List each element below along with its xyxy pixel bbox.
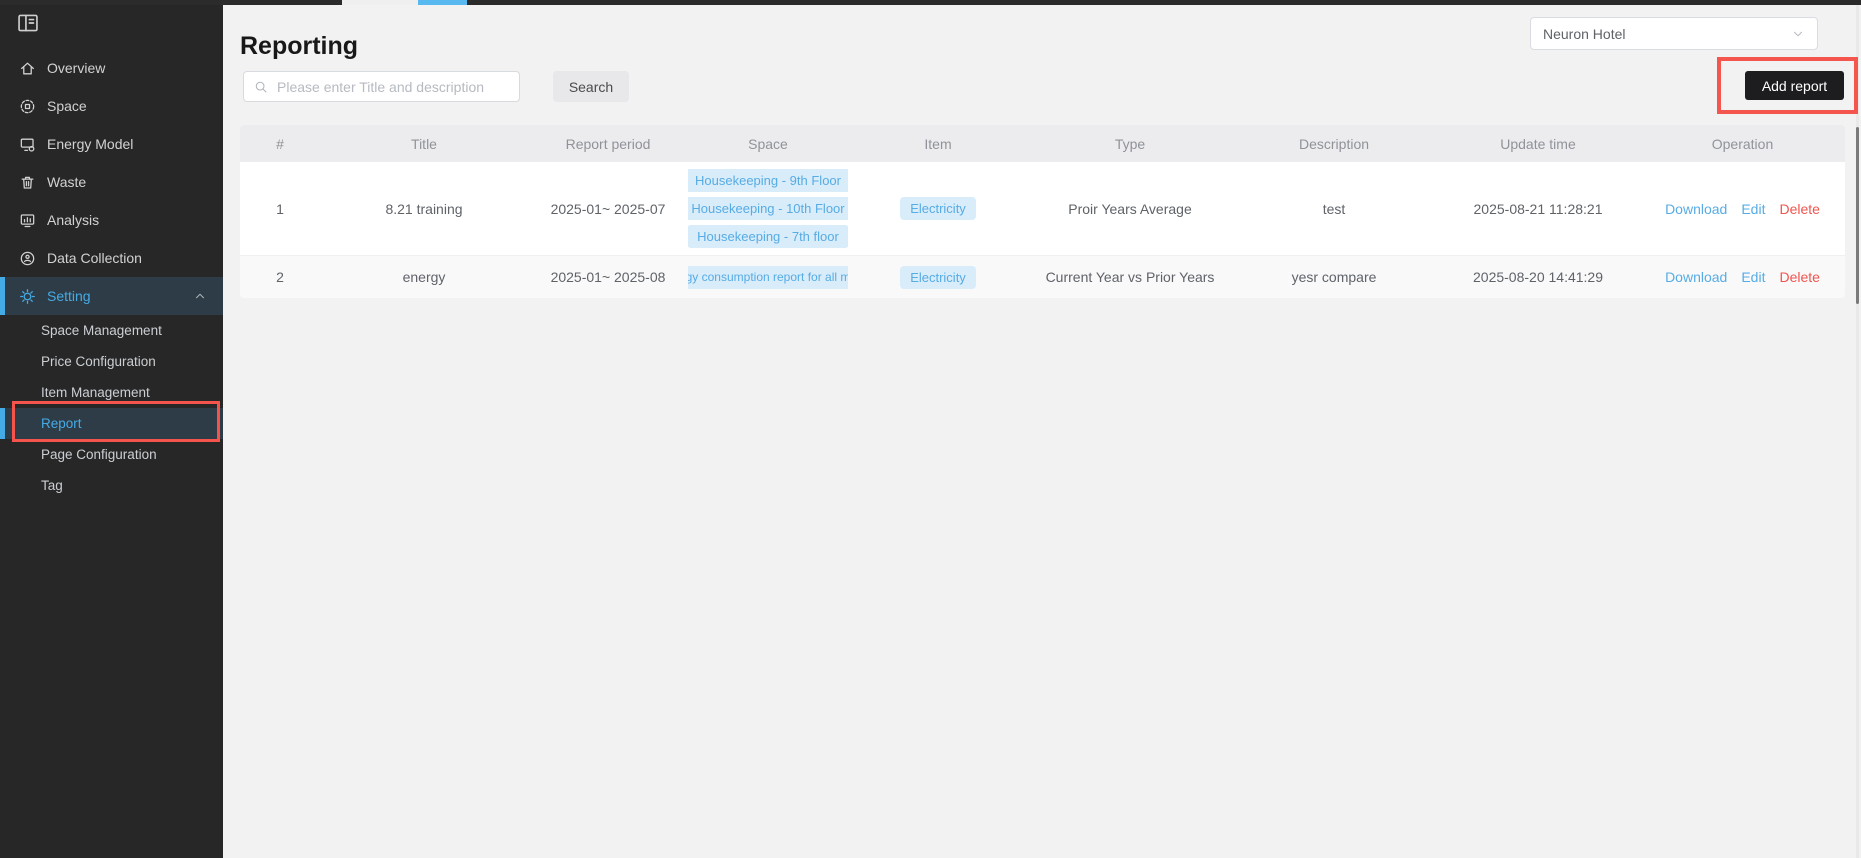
scrollbar-thumb[interactable] xyxy=(1856,127,1859,304)
hotel-selector-value: Neuron Hotel xyxy=(1543,26,1626,42)
sidebar-item-space-management[interactable]: Space Management xyxy=(0,315,223,346)
item-tag: Electricity xyxy=(900,197,976,220)
column-header-type: Type xyxy=(1028,125,1232,162)
sidebar-item-item-management[interactable]: Item Management xyxy=(0,377,223,408)
item-tag: Electricity xyxy=(900,266,976,289)
sidebar-item-analysis[interactable]: Analysis xyxy=(0,201,223,239)
energy-model-icon xyxy=(19,136,36,153)
column-header-title: Title xyxy=(320,125,528,162)
page-title: Reporting xyxy=(240,32,358,61)
sidebar-subitem-label: Price Configuration xyxy=(41,354,156,369)
waste-icon xyxy=(19,174,36,191)
sidebar-item-setting[interactable]: Setting xyxy=(0,277,223,315)
browser-tab-strip xyxy=(0,0,1861,5)
sidebar-subitem-label: Report xyxy=(41,416,82,431)
download-link[interactable]: Download xyxy=(1665,269,1727,285)
sidebar-item-price-configuration[interactable]: Price Configuration xyxy=(0,346,223,377)
cell-operation: Download Edit Delete xyxy=(1640,256,1845,298)
table-body: 18.21 training2025-01~ 2025-07Housekeepi… xyxy=(240,162,1845,298)
column-header-report-period: Report period xyxy=(528,125,688,162)
sidebar-item-label: Waste xyxy=(47,174,86,190)
edit-link[interactable]: Edit xyxy=(1741,201,1765,217)
hotel-selector-dropdown[interactable]: Neuron Hotel xyxy=(1530,17,1818,50)
cell-space: gy consumption report for all m xyxy=(688,256,848,298)
sidebar-item-label: Analysis xyxy=(47,212,99,228)
column-header-description: Description xyxy=(1232,125,1436,162)
chevron-up-icon xyxy=(193,289,207,303)
cell-update-time: 2025-08-21 11:28:21 xyxy=(1436,162,1640,255)
table-row: 18.21 training2025-01~ 2025-07Housekeepi… xyxy=(240,162,1845,255)
cell-operation: Download Edit Delete xyxy=(1640,162,1845,255)
sidebar-item-label: Setting xyxy=(47,288,91,304)
space-tag: gy consumption report for all m xyxy=(688,266,848,289)
sidebar-item-tag[interactable]: Tag xyxy=(0,470,223,501)
search-input-wrapper xyxy=(243,71,520,102)
sidebar-item-overview[interactable]: Overview xyxy=(0,49,223,87)
cell-update-time: 2025-08-20 14:41:29 xyxy=(1436,256,1640,298)
column-header-update-time: Update time xyxy=(1436,125,1640,162)
sidebar: Overview Space Energy Model Waste Analysis Da… xyxy=(0,0,223,858)
sidebar-subitem-label: Space Management xyxy=(41,323,162,338)
app-root: Overview Space Energy Model Waste Analysis Da… xyxy=(0,0,1861,858)
sidebar-item-space[interactable]: Space xyxy=(0,87,223,125)
space-tag: Housekeeping - 7th floor xyxy=(688,225,848,248)
delete-link[interactable]: Delete xyxy=(1779,201,1819,217)
cell-report-period: 2025-01~ 2025-08 xyxy=(528,256,688,298)
space-tag: Housekeeping - 10th Floor xyxy=(688,197,848,220)
sidebar-item-data-collection[interactable]: Data Collection xyxy=(0,239,223,277)
cell-index: 2 xyxy=(240,256,320,298)
column-header--: # xyxy=(240,125,320,162)
tab-strip-light-segment xyxy=(342,0,418,5)
sidebar-collapse-icon[interactable] xyxy=(17,12,39,34)
table-row: 2energy2025-01~ 2025-08gy consumption re… xyxy=(240,255,1845,298)
home-icon xyxy=(19,60,36,77)
sidebar-nav: Overview Space Energy Model Waste Analysis Da… xyxy=(0,49,223,501)
search-button[interactable]: Search xyxy=(553,71,629,102)
cell-index: 1 xyxy=(240,162,320,255)
sidebar-item-report[interactable]: Report xyxy=(0,408,223,439)
space-icon xyxy=(19,98,36,115)
sidebar-subitem-label: Item Management xyxy=(41,385,150,400)
search-icon xyxy=(254,80,268,94)
sidebar-item-label: Data Collection xyxy=(47,250,142,266)
space-tag: Housekeeping - 9th Floor xyxy=(688,169,848,192)
column-header-item: Item xyxy=(848,125,1028,162)
cell-space: Housekeeping - 9th Floor Housekeeping - 1… xyxy=(688,162,848,255)
delete-link[interactable]: Delete xyxy=(1779,269,1819,285)
cell-type: Current Year vs Prior Years xyxy=(1028,256,1232,298)
sidebar-item-energy-model[interactable]: Energy Model xyxy=(0,125,223,163)
chevron-down-icon xyxy=(1791,27,1805,41)
sidebar-item-label: Space xyxy=(47,98,87,114)
gear-icon xyxy=(19,288,36,305)
column-header-space: Space xyxy=(688,125,848,162)
cell-type: Proir Years Average xyxy=(1028,162,1232,255)
table-header-row: #TitleReport periodSpaceItemTypeDescript… xyxy=(240,125,1845,162)
cell-title: 8.21 training xyxy=(320,162,528,255)
cell-title: energy xyxy=(320,256,528,298)
cell-item: Electricity xyxy=(848,256,1028,298)
cell-item: Electricity xyxy=(848,162,1028,255)
sidebar-item-page-configuration[interactable]: Page Configuration xyxy=(0,439,223,470)
analysis-icon xyxy=(19,212,36,229)
reports-table: #TitleReport periodSpaceItemTypeDescript… xyxy=(240,125,1845,298)
download-link[interactable]: Download xyxy=(1665,201,1727,217)
sidebar-subitem-label: Page Configuration xyxy=(41,447,157,462)
add-report-button[interactable]: Add report xyxy=(1745,71,1844,100)
active-tab-indicator xyxy=(418,0,467,5)
cell-report-period: 2025-01~ 2025-07 xyxy=(528,162,688,255)
data-collection-icon xyxy=(19,250,36,267)
cell-description: test xyxy=(1232,162,1436,255)
edit-link[interactable]: Edit xyxy=(1741,269,1765,285)
sidebar-subitem-label: Tag xyxy=(41,478,63,493)
column-header-operation: Operation xyxy=(1640,125,1845,162)
search-input[interactable] xyxy=(275,78,509,96)
sidebar-item-waste[interactable]: Waste xyxy=(0,163,223,201)
sidebar-item-label: Overview xyxy=(47,60,105,76)
sidebar-item-label: Energy Model xyxy=(47,136,133,152)
cell-description: yesr compare xyxy=(1232,256,1436,298)
